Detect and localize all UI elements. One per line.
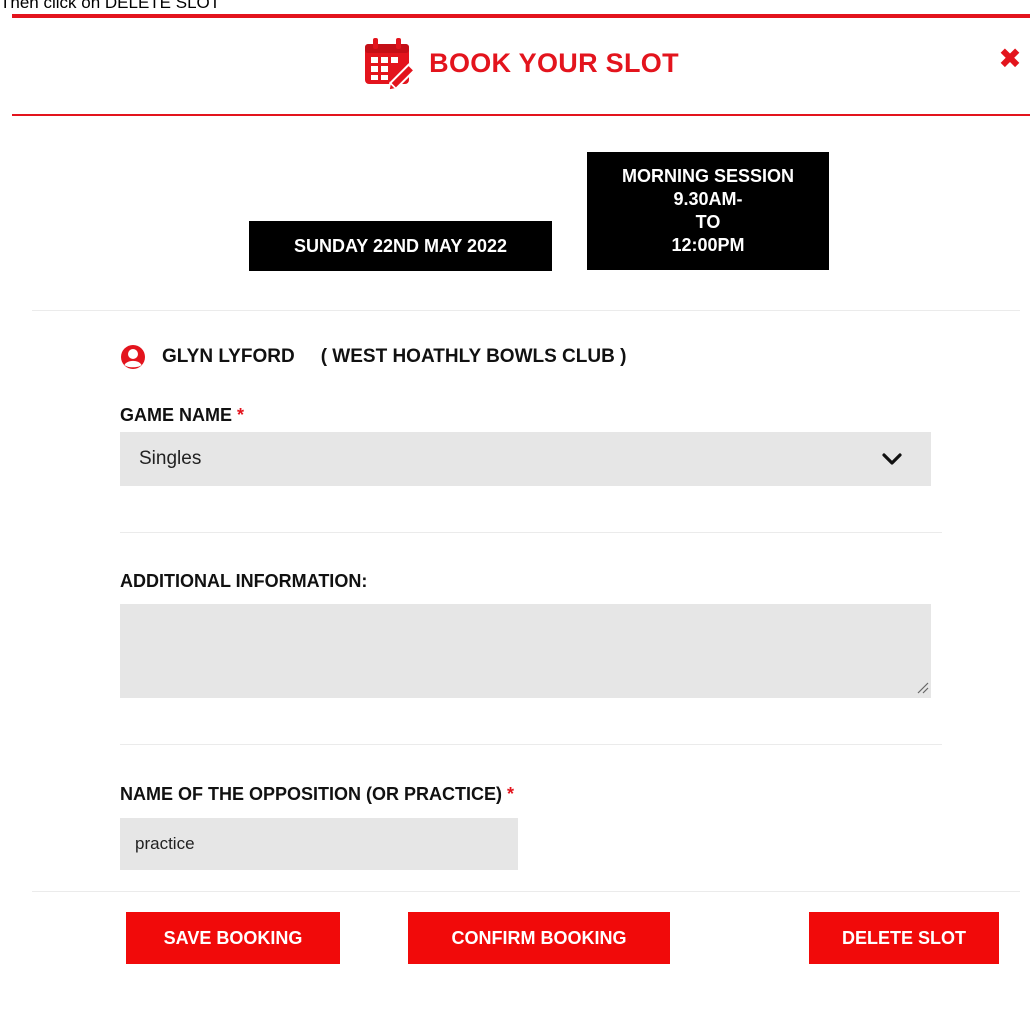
delete-slot-button[interactable]: DELETE SLOT [809, 912, 999, 964]
close-icon[interactable]: ✖ [996, 45, 1024, 73]
required-mark: * [507, 784, 515, 804]
additional-info-label: ADDITIONAL INFORMATION: [120, 571, 368, 591]
modal-header: BOOK YOUR SLOT ✖ [12, 18, 1030, 115]
session-label: MORNING SESSION [621, 166, 795, 186]
club-name: ( WEST HOATHLY BOWLS CLUB ) [320, 346, 627, 367]
opposition-label-text: NAME OF THE OPPOSITION (OR PRACTICE) [120, 784, 503, 804]
chevron-down-icon [882, 453, 902, 465]
section-divider [32, 891, 1020, 892]
calendar-edit-icon [365, 38, 416, 90]
additional-info-textarea[interactable] [120, 604, 931, 698]
resize-handle-icon[interactable] [915, 680, 929, 694]
header-divider [12, 114, 1030, 116]
header-title-group: BOOK YOUR SLOT [12, 38, 1030, 90]
opposition-label: NAME OF THE OPPOSITION (OR PRACTICE) * [120, 784, 514, 805]
user-name: GLYN LYFORD [162, 346, 295, 367]
game-name-label: GAME NAME * [120, 405, 244, 426]
session-time-box: MORNING SESSION 9.30AM- TO 12:00PM [587, 152, 829, 270]
save-booking-button[interactable]: SAVE BOOKING [126, 912, 340, 964]
session-to: TO [695, 212, 721, 232]
user-info-row: GLYN LYFORD ( WEST HOATHLY BOWLS CLUB ) [120, 344, 626, 370]
opposition-input[interactable]: practice [120, 818, 518, 870]
user-circle-icon [121, 345, 145, 369]
section-divider [120, 744, 942, 745]
session-end: 12:00PM [671, 235, 745, 255]
slot-date-box: SUNDAY 22ND MAY 2022 [249, 221, 552, 271]
confirm-booking-button[interactable]: CONFIRM BOOKING [408, 912, 670, 964]
section-divider [120, 532, 942, 533]
section-divider [32, 310, 1020, 311]
instruction-text: Then click on DELETE SLOT [0, 0, 221, 12]
game-name-selected-value: Singles [139, 448, 202, 469]
modal-title: BOOK YOUR SLOT [429, 47, 679, 78]
required-mark: * [237, 405, 245, 425]
game-name-label-text: GAME NAME [120, 405, 232, 425]
session-start: 9.30AM- [673, 189, 743, 209]
game-name-select[interactable]: Singles [120, 432, 931, 486]
